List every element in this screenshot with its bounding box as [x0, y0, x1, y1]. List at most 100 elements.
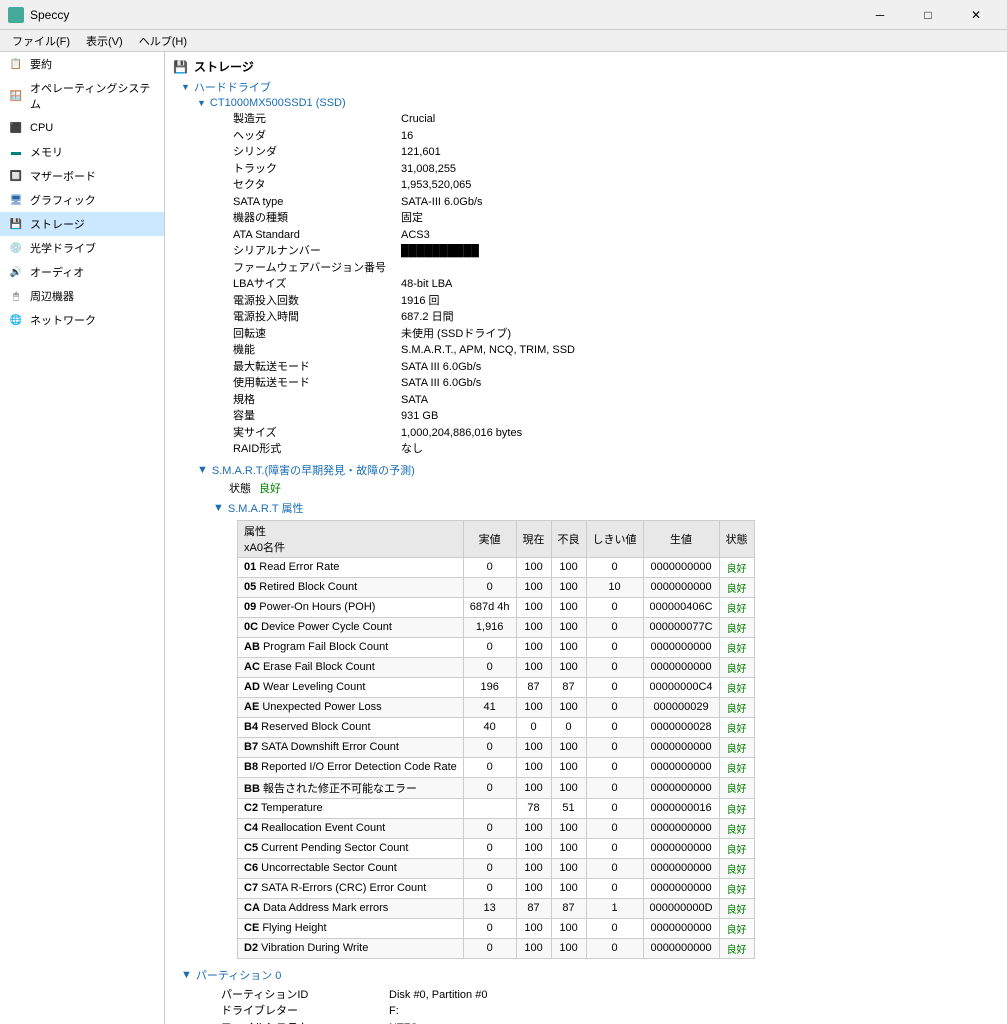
info-value: なし: [401, 441, 423, 458]
sidebar-item-peripheral[interactable]: 🖱 周辺機器: [0, 284, 164, 308]
smart-section: ▼ S.M.A.R.T.(障害の早期発見・故障の予測) 状態 良好 ▼ S.M.…: [197, 462, 999, 959]
sidebar-item-summary[interactable]: 📋 要約: [0, 52, 164, 76]
attr-raw: 0000000000: [643, 657, 719, 677]
attr-val: 41: [463, 697, 516, 717]
info-row: 製造元Crucial: [233, 111, 999, 128]
info-value: SATA III 6.0Gb/s: [401, 359, 481, 376]
sidebar-label-summary: 要約: [30, 56, 52, 72]
sidebar-item-network[interactable]: 🌐 ネットワーク: [0, 308, 164, 332]
info-label: 製造元: [233, 111, 393, 128]
attr-cur: 0: [516, 717, 551, 737]
summary-icon: 📋: [8, 56, 24, 72]
attr-thresh: 0: [586, 677, 643, 697]
partition-section: ▼ パーティション 0 パーティションIDDisk #0, Partition …: [181, 967, 999, 1024]
table-row: C2 Temperature 78 51 0 0000000016 良好: [238, 798, 755, 818]
sidebar-label-motherboard: マザーボード: [30, 168, 96, 184]
close-button[interactable]: ✕: [953, 0, 999, 30]
attr-id-name: AD Wear Leveling Count: [238, 677, 464, 697]
minimize-button[interactable]: ─: [857, 0, 903, 30]
section-title-text: ストレージ: [194, 58, 254, 75]
attr-raw: 0000000000: [643, 838, 719, 858]
attr-raw: 000000029: [643, 697, 719, 717]
sidebar-label-memory: メモリ: [30, 144, 63, 160]
info-row: ヘッダ16: [233, 128, 999, 145]
attr-thresh: 0: [586, 697, 643, 717]
sidebar-item-os[interactable]: 🪟 オペレーティングシステム: [0, 76, 164, 116]
info-label: 回転速: [233, 326, 393, 343]
partition-value: NTFS: [389, 1020, 418, 1024]
title-bar-title: Speccy: [30, 8, 69, 22]
attr-status: 良好: [719, 677, 754, 697]
info-label: ATA Standard: [233, 227, 393, 244]
attr-cur: 100: [516, 637, 551, 657]
info-value: 687.2 日間: [401, 309, 454, 326]
menu-view[interactable]: 表示(V): [78, 31, 131, 51]
attr-id-name: C2 Temperature: [238, 798, 464, 818]
sidebar-item-graphics[interactable]: 🖥 グラフィック: [0, 188, 164, 212]
optical-icon: 💿: [8, 240, 24, 256]
attr-bad: 100: [551, 657, 586, 677]
content-area[interactable]: 💾 ストレージ ▼ ハードドライブ ▼ CT1000MX500SSD1 (SSD…: [165, 52, 1007, 1024]
attr-status: 良好: [719, 697, 754, 717]
attr-val: 0: [463, 637, 516, 657]
attr-val: 196: [463, 677, 516, 697]
attr-status: 良好: [719, 898, 754, 918]
attr-status: 良好: [719, 818, 754, 838]
info-row: 実サイズ1,000,204,886,016 bytes: [233, 425, 999, 442]
sidebar-item-audio[interactable]: 🔊 オーディオ: [0, 260, 164, 284]
info-label: 機能: [233, 342, 393, 359]
table-row: AC Erase Fail Block Count 0 100 100 0 00…: [238, 657, 755, 677]
attr-thresh: 0: [586, 557, 643, 577]
peripheral-icon: 🖱: [8, 288, 24, 304]
attr-thresh: 0: [586, 597, 643, 617]
attr-val: 0: [463, 858, 516, 878]
sidebar-label-network: ネットワーク: [30, 312, 96, 328]
app-icon: [8, 7, 24, 23]
attr-id-name: B4 Reserved Block Count: [238, 717, 464, 737]
attr-cur: 100: [516, 818, 551, 838]
attr-bad: 100: [551, 697, 586, 717]
sidebar-item-memory[interactable]: ▬ メモリ: [0, 140, 164, 164]
attr-id-name: 0C Device Power Cycle Count: [238, 617, 464, 637]
attr-raw: 0000000000: [643, 918, 719, 938]
maximize-button[interactable]: □: [905, 0, 951, 30]
attr-bad: 87: [551, 898, 586, 918]
smart-title-text: S.M.A.R.T.(障害の早期発見・故障の予測): [212, 462, 415, 478]
attr-raw: 0000000000: [643, 637, 719, 657]
info-value: SATA III 6.0Gb/s: [401, 375, 481, 392]
menu-file[interactable]: ファイル(F): [4, 31, 78, 51]
smart-title[interactable]: ▼ S.M.A.R.T.(障害の早期発見・故障の予測): [197, 462, 999, 478]
hard-drive-tree[interactable]: ▼ ハードドライブ: [181, 79, 999, 95]
sidebar: 📋 要約 🪟 オペレーティングシステム ⬛ CPU ▬ メモリ 🔲 マザーボード…: [0, 52, 165, 1024]
sidebar-item-storage[interactable]: 💾 ストレージ: [0, 212, 164, 236]
partition-title[interactable]: ▼ パーティション 0: [181, 967, 999, 983]
info-label: 容量: [233, 408, 393, 425]
partition-row: ドライブレターF:: [221, 1003, 999, 1020]
info-label: 規格: [233, 392, 393, 409]
attr-bad: 100: [551, 737, 586, 757]
table-row: 0C Device Power Cycle Count 1,916 100 10…: [238, 617, 755, 637]
info-label: 実サイズ: [233, 425, 393, 442]
audio-icon: 🔊: [8, 264, 24, 280]
info-value: 未使用 (SSDドライブ): [401, 326, 511, 343]
sidebar-item-optical[interactable]: 💿 光学ドライブ: [0, 236, 164, 260]
attr-thresh: 1: [586, 898, 643, 918]
smart-arrow: ▼: [197, 464, 208, 476]
drive-label-tree[interactable]: ▼ CT1000MX500SSD1 (SSD): [197, 97, 999, 109]
smart-status-label: 状態: [229, 480, 251, 496]
attr-bad: 100: [551, 918, 586, 938]
info-row: 回転速未使用 (SSDドライブ): [233, 326, 999, 343]
info-row: 使用転送モードSATA III 6.0Gb/s: [233, 375, 999, 392]
attr-val: 0: [463, 838, 516, 858]
smart-attr-title[interactable]: ▼ S.M.A.R.T 属性: [213, 500, 999, 516]
partition-info: パーティションIDDisk #0, Partition #0ドライブレターF:フ…: [221, 987, 999, 1024]
attr-id-name: C7 SATA R-Errors (CRC) Error Count: [238, 878, 464, 898]
sidebar-item-cpu[interactable]: ⬛ CPU: [0, 116, 164, 140]
sidebar-item-motherboard[interactable]: 🔲 マザーボード: [0, 164, 164, 188]
menu-help[interactable]: ヘルプ(H): [131, 31, 195, 51]
attr-val: 40: [463, 717, 516, 737]
attr-cur: 100: [516, 697, 551, 717]
partition-title-text: パーティション 0: [196, 967, 282, 983]
attr-bad: 100: [551, 938, 586, 958]
col-val: 実値: [463, 520, 516, 557]
